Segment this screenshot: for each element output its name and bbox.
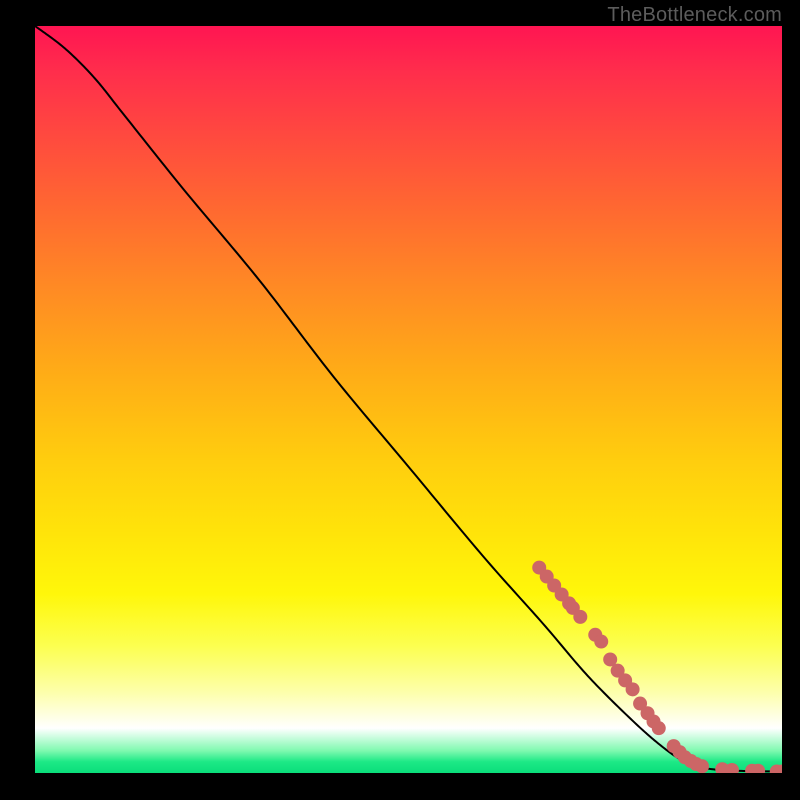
chart-curve (35, 26, 782, 772)
chart-marker (626, 682, 640, 696)
chart-svg-overlay (35, 26, 782, 773)
chart-marker (652, 721, 666, 735)
chart-marker (594, 635, 608, 649)
chart-marker (573, 610, 587, 624)
chart-markers (532, 561, 782, 773)
chart-marker (695, 759, 709, 773)
chart-stage: TheBottleneck.com (0, 0, 800, 800)
watermark-text: TheBottleneck.com (607, 4, 782, 27)
